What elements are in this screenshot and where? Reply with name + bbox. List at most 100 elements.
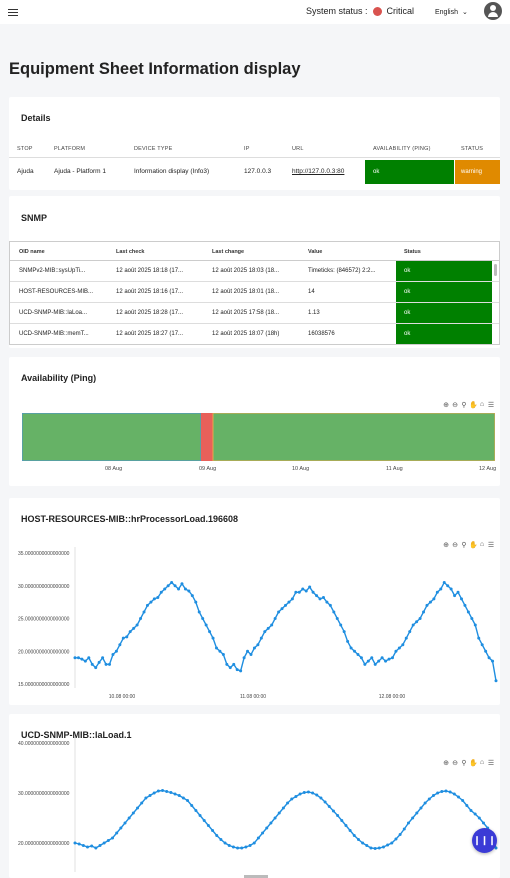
table-row[interactable]: UCD-SNMP-MIB::laLoa... 12 août 2025 18:2… bbox=[10, 303, 499, 324]
chevron-down-icon: ⌄ bbox=[461, 9, 468, 16]
data-point bbox=[418, 617, 422, 620]
language-label: English bbox=[435, 8, 458, 16]
data-point bbox=[394, 649, 398, 653]
data-point bbox=[339, 623, 343, 627]
series-line bbox=[74, 789, 497, 850]
details-card: Details STOP PLATFORM DEVICE TYPE IP URL… bbox=[9, 97, 500, 190]
data-point bbox=[308, 585, 312, 589]
table-row[interactable]: SNMPv2-MIB::sysUpTi... 12 août 2025 18:1… bbox=[10, 261, 499, 282]
data-point bbox=[118, 643, 122, 647]
x-tick: 12 Aug bbox=[479, 466, 497, 472]
data-point bbox=[231, 845, 235, 849]
data-point bbox=[227, 844, 231, 847]
status-badge: warning bbox=[455, 160, 500, 184]
chart-menu-icon[interactable]: ☰ bbox=[487, 401, 495, 409]
data-point bbox=[480, 643, 484, 647]
system-status-value: Critical bbox=[386, 6, 415, 16]
cell-last-check: 12 août 2025 18:27 (17... bbox=[116, 331, 184, 337]
cell-stop: Ajuda bbox=[17, 168, 34, 175]
data-point bbox=[144, 796, 148, 800]
data-point bbox=[315, 594, 319, 598]
data-point bbox=[165, 790, 169, 793]
data-point bbox=[484, 649, 488, 653]
data-point bbox=[494, 679, 498, 683]
data-point bbox=[377, 659, 381, 663]
data-point bbox=[235, 668, 239, 672]
data-point bbox=[380, 656, 384, 660]
cpu-line-chart: 35.0000000000000000 30.0000000000000000 25… bbox=[18, 547, 498, 700]
data-point bbox=[491, 659, 495, 663]
data-point bbox=[294, 795, 298, 798]
cell-value: Timeticks: (846572) 2:2... bbox=[308, 268, 376, 274]
data-point bbox=[487, 656, 491, 660]
data-point bbox=[287, 600, 291, 604]
col-stop: STOP bbox=[17, 146, 33, 152]
cell-ip: 127.0.0.3 bbox=[244, 168, 272, 175]
table-row[interactable]: UCD-SNMP-MIB::memT... 12 août 2025 18:27… bbox=[10, 324, 499, 344]
zoom-out-icon[interactable]: ⊖ bbox=[451, 401, 459, 409]
pan-hand-icon[interactable]: ✋ bbox=[469, 401, 478, 409]
data-point bbox=[218, 649, 222, 653]
data-point bbox=[225, 662, 229, 666]
data-point bbox=[325, 600, 329, 604]
data-point bbox=[81, 844, 85, 847]
data-point bbox=[327, 805, 331, 808]
zoom-select-icon[interactable]: ⚲ bbox=[460, 401, 468, 409]
user-avatar-icon[interactable] bbox=[484, 2, 502, 20]
data-point bbox=[286, 801, 290, 805]
zoom-in-icon[interactable]: ⊕ bbox=[442, 401, 450, 409]
data-point bbox=[456, 590, 460, 594]
data-point bbox=[469, 809, 473, 812]
data-point bbox=[444, 789, 448, 793]
data-point bbox=[318, 597, 322, 601]
data-point bbox=[361, 841, 365, 845]
x-tick: 10 Aug bbox=[292, 466, 310, 472]
page-title: Equipment Sheet Information display bbox=[9, 60, 301, 78]
data-point bbox=[359, 656, 363, 660]
data-point bbox=[140, 801, 144, 805]
data-point bbox=[152, 791, 156, 795]
data-point bbox=[397, 646, 401, 650]
availability-chart-card: Availability (Ping) ⊕ ⊖ ⚲ ✋ ⌂ ☰ 08 Aug 0… bbox=[9, 357, 500, 486]
cell-last-check: 12 août 2025 18:16 (17... bbox=[116, 289, 184, 295]
language-selector[interactable]: English ⌄ bbox=[435, 8, 468, 17]
data-point bbox=[352, 834, 356, 837]
col-ip: IP bbox=[244, 146, 250, 152]
data-point bbox=[190, 804, 194, 807]
data-point bbox=[169, 791, 173, 794]
data-point bbox=[204, 623, 208, 627]
data-point bbox=[104, 662, 108, 666]
table-row[interactable]: HOST-RESOURCES-MIB... 12 août 2025 18:16… bbox=[10, 282, 499, 303]
data-point bbox=[73, 656, 77, 660]
cell-url-link[interactable]: http://127.0.0.3:80 bbox=[292, 168, 344, 175]
floating-menu-button[interactable]: ❙❙❙ bbox=[472, 828, 497, 853]
data-point bbox=[183, 587, 187, 591]
data-point bbox=[135, 623, 139, 627]
data-point bbox=[239, 669, 243, 673]
data-point bbox=[131, 811, 135, 815]
data-point bbox=[265, 826, 269, 830]
availability-chart-title: Availability (Ping) bbox=[21, 373, 97, 383]
cell-device-type: Information display (Info3) bbox=[134, 168, 210, 175]
data-point bbox=[319, 796, 323, 800]
data-point bbox=[246, 649, 250, 653]
data-point bbox=[294, 590, 298, 594]
table-scrollbar[interactable] bbox=[494, 264, 497, 276]
data-point bbox=[114, 649, 118, 653]
menu-icon[interactable] bbox=[8, 8, 18, 16]
series-line bbox=[75, 581, 497, 681]
data-point bbox=[94, 666, 98, 670]
col-url: URL bbox=[292, 146, 304, 152]
snmp-title: SNMP bbox=[21, 213, 48, 223]
data-point bbox=[411, 816, 415, 820]
home-reset-icon[interactable]: ⌂ bbox=[478, 401, 486, 409]
data-point bbox=[306, 790, 310, 794]
snmp-table[interactable]: OID name Last check Last change Value St… bbox=[9, 241, 500, 345]
snmp-table-header: OID name Last check Last change Value St… bbox=[10, 242, 499, 261]
data-point bbox=[219, 838, 223, 841]
data-point bbox=[186, 799, 190, 802]
data-point bbox=[423, 801, 427, 805]
data-point bbox=[277, 610, 281, 614]
data-point bbox=[348, 829, 352, 832]
chart-toolbar: ⊕ ⊖ ⚲ ✋ ⌂ ☰ bbox=[442, 401, 495, 409]
